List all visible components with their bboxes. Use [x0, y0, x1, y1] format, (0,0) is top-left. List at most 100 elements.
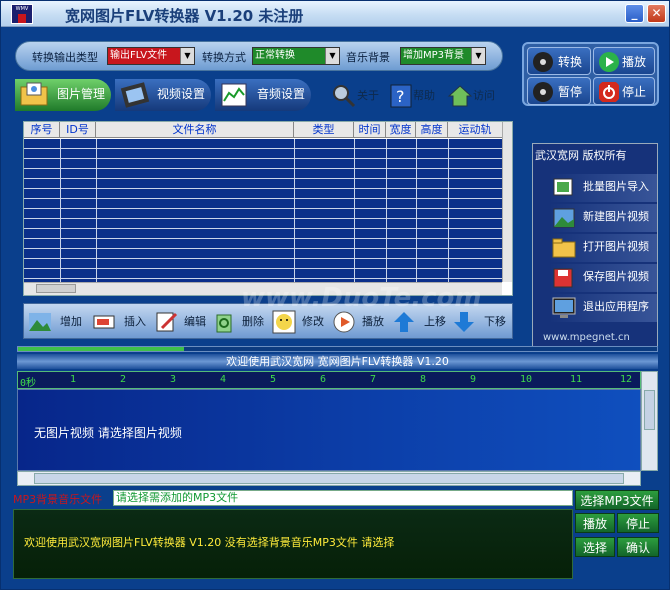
column-header[interactable]: 运动轨 — [448, 122, 502, 138]
help-link[interactable]: ? 帮助 — [389, 83, 435, 109]
music-label: 音乐背景 — [346, 51, 390, 64]
arrow-up-icon — [394, 312, 414, 332]
play-disc-icon — [333, 311, 355, 333]
ruler-tick: 6 — [320, 374, 327, 385]
import-icon — [553, 178, 573, 196]
output-type-label: 转换输出类型 — [32, 51, 98, 64]
table-header: 序号 ID号 文件名称 类型 时间 宽度 高度 运动轨 — [24, 122, 502, 138]
image-list-table[interactable]: 序号 ID号 文件名称 类型 时间 宽度 高度 运动轨 — [23, 121, 513, 296]
time-ruler[interactable]: 0秒 1 2 3 4 5 6 7 8 9 10 11 12 — [17, 371, 641, 389]
window-title: 宽网图片FLV转换器 V1.20 未注册 — [65, 7, 304, 25]
control-panel: 转换 播放 暂停 停止 — [522, 42, 659, 106]
edit-icon — [156, 312, 178, 332]
mp3-stop-button[interactable]: 停止 — [617, 513, 659, 533]
film-reel-icon — [533, 82, 553, 102]
open-video-item[interactable]: 打开图片视频 — [549, 234, 657, 262]
smiley-icon — [272, 310, 296, 334]
ruler-tick: 7 — [370, 374, 377, 385]
about-link[interactable]: 关于 — [331, 83, 379, 109]
column-header[interactable]: ID号 — [60, 122, 96, 138]
timeline-area[interactable]: 无图片视频 请选择图片视频 — [17, 389, 641, 471]
film-icon — [120, 82, 150, 108]
close-button[interactable]: ✕ — [647, 4, 666, 23]
mode-select[interactable]: 正常转换 ▼ — [252, 47, 340, 65]
ruler-tick: 3 — [170, 374, 177, 385]
play-button[interactable]: 播放 — [593, 47, 655, 75]
home-icon — [447, 85, 473, 107]
tab-audio-settings[interactable]: 音频设置 — [215, 79, 311, 111]
mode-label: 转换方式 — [202, 51, 246, 64]
watermark: www.DuoTe.com — [241, 283, 482, 313]
help-icon: ? — [390, 84, 412, 108]
chevron-down-icon: ▼ — [180, 48, 194, 64]
music-select[interactable]: 增加MP3背景 ▼ — [400, 47, 486, 65]
ruler-tick: 1 — [70, 374, 77, 385]
landscape-icon — [29, 313, 51, 331]
exit-app-item[interactable]: 退出应用程序 — [549, 294, 657, 322]
convert-button[interactable]: 转换 — [527, 47, 591, 75]
mp3-file-input[interactable]: 请选择需添加的MP3文件 — [113, 490, 573, 506]
magnifier-icon — [333, 85, 356, 108]
app-icon: WMV — [11, 4, 33, 24]
mp3-choose-button[interactable]: 选择 — [575, 537, 615, 557]
side-menu-title: 武汉宽网 版权所有 — [535, 149, 627, 162]
welcome-banner: 欢迎使用武汉宽网 宽网图片FLV转换器 V1.20 — [17, 354, 658, 369]
column-header[interactable]: 高度 — [416, 122, 448, 138]
mp3-confirm-button[interactable]: 确认 — [617, 537, 659, 557]
column-header[interactable]: 文件名称 — [96, 122, 294, 138]
save-video-item[interactable]: 保存图片视频 — [549, 264, 657, 292]
play-icon — [599, 52, 619, 72]
stop-button[interactable]: 停止 — [593, 77, 655, 105]
pause-button[interactable]: 暂停 — [527, 77, 591, 105]
main-window: WMV 宽网图片FLV转换器 V1.20 未注册 _ ✕ 转换输出类型 输出FL… — [0, 0, 670, 590]
progress-fill — [18, 347, 185, 351]
film-reel-icon — [533, 52, 553, 72]
column-header[interactable]: 时间 — [354, 122, 386, 138]
timeline-horizontal-scrollbar[interactable] — [17, 471, 641, 486]
ruler-tick: 4 — [220, 374, 227, 385]
folder-icon — [552, 238, 576, 258]
chevron-down-icon: ▼ — [471, 48, 485, 64]
save-icon — [553, 268, 573, 288]
ruler-tick: 2 — [120, 374, 127, 385]
timeline-message: 无图片视频 请选择图片视频 — [34, 426, 182, 440]
new-image-icon — [553, 208, 575, 228]
ruler-tick: 5 — [270, 374, 277, 385]
tab-video-settings[interactable]: 视频设置 — [115, 79, 211, 111]
ruler-tick: 11 — [570, 374, 583, 385]
conversion-settings-bar: 转换输出类型 输出FLV文件 ▼ 转换方式 正常转换 ▼ 音乐背景 增加MP3背景 ▼ — [15, 41, 503, 71]
timeline-vertical-scrollbar[interactable] — [641, 371, 658, 471]
column-header[interactable]: 序号 — [24, 122, 60, 138]
mp3-play-button[interactable]: 播放 — [575, 513, 615, 533]
column-header[interactable]: 宽度 — [386, 122, 416, 138]
ruler-tick: 0秒 — [20, 378, 37, 389]
ruler-tick: 8 — [420, 374, 427, 385]
column-header[interactable]: 类型 — [294, 122, 354, 138]
console-message: 欢迎使用武汉宽网图片FLV转换器 V1.20 没有选择背景音乐MP3文件 请选择 — [24, 536, 395, 549]
edit-button[interactable]: 编辑 — [154, 308, 212, 336]
insert-icon — [93, 315, 115, 329]
output-type-select[interactable]: 输出FLV文件 ▼ — [107, 47, 195, 65]
svg-text:?: ? — [396, 87, 405, 106]
mp3-label: MP3背景音乐文件 — [13, 493, 103, 506]
tab-image-management[interactable]: 图片管理 — [15, 79, 111, 111]
new-video-item[interactable]: 新建图片视频 — [549, 204, 657, 232]
batch-import-item[interactable]: 批量图片导入 — [549, 174, 657, 202]
website-label: www.mpegnet.cn — [543, 332, 630, 343]
minimize-button[interactable]: _ — [625, 4, 644, 23]
ruler-tick: 10 — [520, 374, 533, 385]
power-icon — [599, 82, 619, 102]
chevron-down-icon: ▼ — [325, 48, 339, 64]
message-console: 欢迎使用武汉宽网图片FLV转换器 V1.20 没有选择背景音乐MP3文件 请选择 — [13, 509, 573, 579]
recycle-bin-icon — [216, 314, 232, 333]
visit-link[interactable]: 访问 — [447, 83, 495, 109]
ruler-tick: 9 — [470, 374, 477, 385]
add-button[interactable]: 增加 — [28, 308, 92, 336]
insert-button[interactable]: 插入 — [92, 308, 154, 336]
select-mp3-button[interactable]: 选择MP3文件 — [575, 490, 659, 510]
side-menu: 武汉宽网 版权所有 批量图片导入 新建图片视频 打开图片视频 保存图片视频 退出… — [532, 143, 658, 347]
title-bar[interactable]: WMV 宽网图片FLV转换器 V1.20 未注册 _ ✕ — [1, 1, 669, 27]
table-vertical-scrollbar[interactable] — [502, 122, 512, 282]
progress-bar — [17, 346, 658, 352]
tab-bar: 图片管理 视频设置 音频设置 关于 ? 帮助 访问 — [15, 77, 503, 117]
